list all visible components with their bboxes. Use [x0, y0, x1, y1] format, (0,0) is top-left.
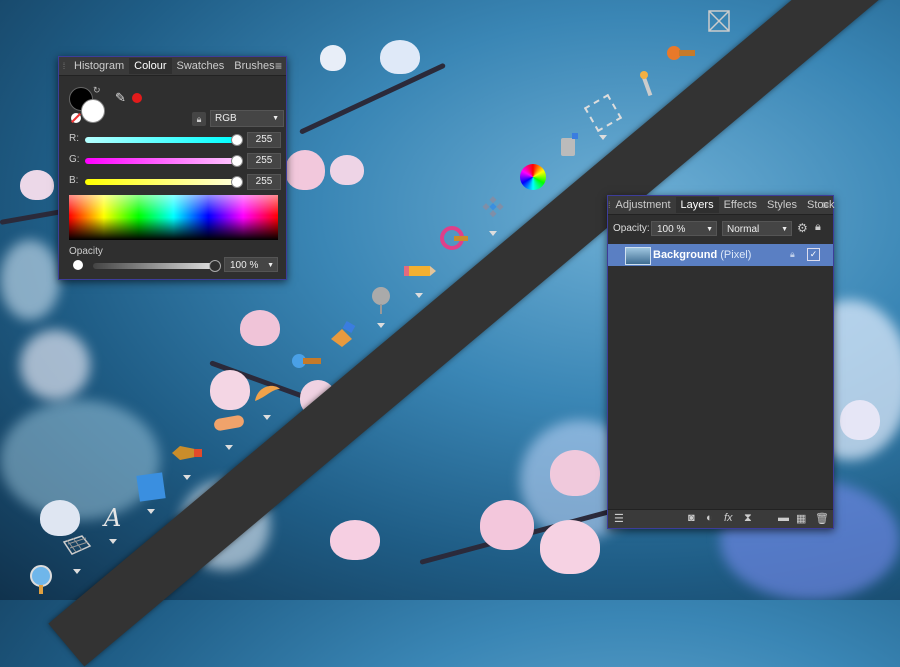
- colour-panel: ⁞ Histogram Colour Swatches Brushes ≡ ↻ …: [58, 56, 287, 280]
- layer-row[interactable]: Background (Pixel) 🔒︎ ✓: [608, 244, 833, 266]
- transform-tool-icon[interactable]: [702, 4, 736, 38]
- blue-slider-knob[interactable]: [231, 176, 243, 188]
- fill-stroke-swatches: ↻: [69, 85, 109, 127]
- color-picker-icon[interactable]: ✎: [115, 90, 126, 106]
- mask-layer-icon[interactable]: ◙: [688, 512, 695, 524]
- stroke-color-swatch[interactable]: [81, 99, 105, 123]
- healing-brush-tool-icon[interactable]: [212, 406, 246, 450]
- green-slider-knob[interactable]: [231, 155, 243, 167]
- dodge-tool-icon[interactable]: [364, 284, 398, 328]
- opacity-value-field[interactable]: 100 % ▼: [224, 257, 278, 272]
- blue-slider-row: B: 255: [69, 174, 281, 190]
- layer-opacity-field[interactable]: 100 % ▼: [651, 221, 717, 236]
- blue-slider-track[interactable]: [85, 179, 235, 185]
- rectangle-tool-icon[interactable]: [134, 470, 168, 514]
- artistic-text-tool-icon[interactable]: A: [96, 500, 130, 544]
- color-spectrum[interactable]: [69, 195, 278, 240]
- svg-text:A: A: [102, 504, 121, 532]
- hourglass-icon[interactable]: ⧗: [744, 512, 752, 525]
- layers-stack-icon[interactable]: ☰: [614, 512, 624, 525]
- gear-icon[interactable]: ⚙: [797, 221, 808, 235]
- red-slider-label: R:: [69, 133, 79, 144]
- swap-colors-icon[interactable]: ↻: [93, 85, 101, 96]
- tab-effects[interactable]: Effects: [719, 197, 762, 213]
- picked-color-swatch[interactable]: [132, 93, 142, 103]
- layer-name-text: Background: [653, 249, 718, 261]
- blue-value-field[interactable]: 255: [247, 174, 281, 190]
- green-slider-row: G: 255: [69, 153, 281, 169]
- clone-brush-tool-icon[interactable]: [290, 344, 324, 378]
- layer-opacity-label: Opacity:: [613, 223, 650, 234]
- tab-histogram[interactable]: Histogram: [69, 58, 129, 74]
- chevron-down-icon: ▼: [706, 226, 713, 233]
- pencil-tool-icon[interactable]: [402, 254, 436, 298]
- lock-icon[interactable]: 🔒︎: [815, 221, 821, 234]
- panel-menu-icon[interactable]: ≡: [822, 198, 829, 212]
- tab-adjustment[interactable]: Adjustment: [611, 197, 676, 213]
- flood-select-tool-icon[interactable]: [630, 66, 664, 100]
- adjustment-icon[interactable]: ◐: [706, 512, 713, 524]
- green-slider-track[interactable]: [85, 158, 235, 164]
- folder-icon[interactable]: ▬: [778, 512, 789, 524]
- fx-icon[interactable]: fx: [724, 512, 733, 524]
- tab-swatches[interactable]: Swatches: [172, 58, 230, 74]
- pen-tool-icon[interactable]: [170, 436, 204, 480]
- red-value-field[interactable]: 255: [247, 132, 281, 148]
- tab-styles[interactable]: Styles: [762, 197, 802, 213]
- color-mode-select[interactable]: RGB ▼: [210, 110, 284, 127]
- tab-stock[interactable]: Stock: [802, 197, 840, 213]
- layer-options-row: Opacity: 100 % ▼ Normal ▼ ⚙ 🔒︎: [608, 220, 833, 238]
- crop-tool-icon[interactable]: [60, 530, 94, 574]
- blend-mode-select[interactable]: Normal ▼: [722, 221, 792, 236]
- fill-tool-icon[interactable]: [326, 318, 360, 352]
- opacity-slider-track[interactable]: [93, 263, 213, 269]
- blue-slider-label: B:: [69, 175, 79, 186]
- opacity-value: 100 %: [230, 260, 259, 271]
- trash-icon[interactable]: 🗑︎: [815, 512, 829, 525]
- paint-bucket-tool-icon[interactable]: [552, 128, 586, 162]
- marquee-tool-icon[interactable]: [583, 93, 623, 140]
- layer-opacity-value: 100 %: [657, 224, 686, 235]
- layer-name: Background (Pixel): [653, 249, 751, 261]
- color-wheel-tool-icon[interactable]: [516, 160, 550, 194]
- chevron-down-icon: ▼: [781, 226, 788, 233]
- color-mode-value: RGB: [215, 113, 237, 124]
- layers-footer-toolbar: ☰ ◙ ◐ fx ⧗ ▬ ▦ 🗑︎: [608, 509, 833, 528]
- colour-panel-tabs: ⁞ Histogram Colour Swatches Brushes ≡: [59, 57, 286, 76]
- tab-brushes[interactable]: Brushes: [229, 58, 279, 74]
- red-slider-track[interactable]: [85, 137, 235, 143]
- green-value-field[interactable]: 255: [247, 153, 281, 169]
- view-tool-icon[interactable]: [24, 562, 58, 596]
- opacity-slider-knob[interactable]: [209, 260, 221, 272]
- green-slider-label: G:: [69, 154, 80, 165]
- color-replacement-tool-icon[interactable]: [438, 222, 472, 256]
- tab-layers[interactable]: Layers: [675, 197, 719, 213]
- tab-colour[interactable]: Colour: [129, 58, 172, 74]
- layer-lock-icon[interactable]: 🔒︎: [790, 249, 795, 260]
- chevron-down-icon: ▼: [267, 262, 274, 269]
- chevron-down-icon: ▼: [272, 115, 279, 122]
- mesh-warp-tool-icon[interactable]: [476, 192, 510, 236]
- selection-brush-tool-icon[interactable]: [664, 36, 698, 70]
- add-pixel-layer-icon[interactable]: ▦: [796, 512, 806, 525]
- red-slider-knob[interactable]: [231, 134, 243, 146]
- lock-icon[interactable]: 🔒︎: [192, 112, 206, 126]
- no-color-icon[interactable]: [71, 113, 81, 123]
- red-slider-row: R: 255: [69, 132, 281, 148]
- layers-panel: ⁞ Adjustment Layers Effects Styles Stock…: [607, 195, 835, 529]
- opacity-label: Opacity: [69, 246, 103, 257]
- panel-menu-icon[interactable]: ≡: [275, 59, 282, 73]
- layer-type-text: (Pixel): [720, 249, 752, 261]
- layers-panel-tabs: ⁞ Adjustment Layers Effects Styles Stock…: [608, 196, 835, 215]
- panel-grip-icon[interactable]: ⁞: [59, 61, 69, 71]
- layer-thumbnail: [625, 247, 651, 265]
- layer-visibility-checkbox[interactable]: ✓: [807, 248, 820, 261]
- blend-mode-value: Normal: [727, 224, 760, 235]
- smudge-tool-icon[interactable]: [250, 376, 284, 420]
- opacity-reset-dot[interactable]: [73, 260, 83, 270]
